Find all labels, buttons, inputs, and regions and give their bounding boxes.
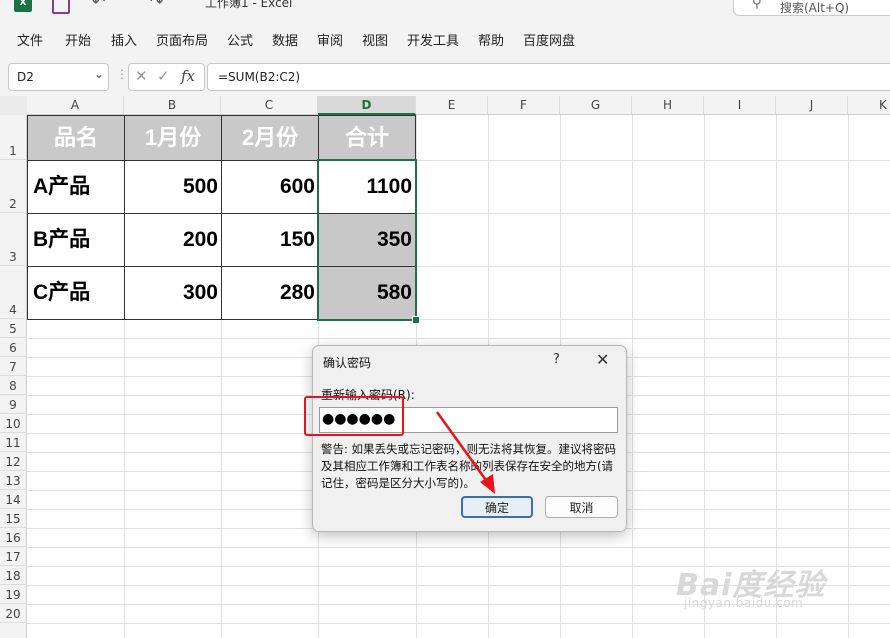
col-header-b[interactable]: B xyxy=(124,96,221,115)
row-header-6[interactable]: 6 xyxy=(0,338,27,357)
row-header-1[interactable]: 1 xyxy=(0,115,27,160)
title-bar: X ↶ ↷ 工作簿1 - Excel ⚲ 搜索(Alt+Q) xyxy=(0,0,890,18)
row-header-3[interactable]: 3 xyxy=(0,213,27,266)
search-placeholder: 搜索(Alt+Q) xyxy=(780,1,850,15)
table-cell[interactable]: 280 xyxy=(221,266,319,320)
row-header-20[interactable]: 20 xyxy=(0,604,27,623)
row-header-19[interactable]: 19 xyxy=(0,585,27,604)
dialog-title: 确认密码 xyxy=(323,356,372,370)
tab-file[interactable]: 文件 xyxy=(17,30,43,49)
name-box[interactable]: D2 ⌄ xyxy=(8,63,109,91)
table-header-cell[interactable]: 1月份 xyxy=(124,115,222,161)
gridline xyxy=(27,547,890,548)
ok-button[interactable]: 确定 xyxy=(461,496,533,518)
col-header-f[interactable]: F xyxy=(488,96,560,115)
excel-logo-icon: X xyxy=(14,0,32,12)
chevron-down-icon[interactable]: ⌄ xyxy=(94,67,104,81)
tab-baidu-netdisk[interactable]: 百度网盘 xyxy=(523,30,575,49)
row-header-9[interactable]: 9 xyxy=(0,395,27,414)
row-header-7[interactable]: 7 xyxy=(0,357,27,376)
row-header-14[interactable]: 14 xyxy=(0,490,27,509)
name-box-value: D2 xyxy=(17,70,34,84)
col-header-k[interactable]: K xyxy=(848,96,890,115)
col-header-e[interactable]: E xyxy=(416,96,488,115)
row-header-10[interactable]: 10 xyxy=(0,414,27,433)
formula-buttons: ✕ ✓ fx xyxy=(128,63,205,91)
tab-home[interactable]: 开始 xyxy=(65,30,91,49)
cancel-button[interactable]: 取消 xyxy=(545,496,618,518)
tab-view[interactable]: 视图 xyxy=(362,30,388,49)
formula-bar: D2 ⌄ ⋮ ✕ ✓ fx =SUM(B2:C2) xyxy=(0,58,890,96)
table-cell[interactable]: 580 xyxy=(318,266,416,320)
tab-help[interactable]: 帮助 xyxy=(478,30,504,49)
window-title: 工作簿1 - Excel xyxy=(205,0,293,10)
gridline xyxy=(27,338,890,339)
more-icon: ⋮ xyxy=(116,67,128,81)
formula-input[interactable]: =SUM(B2:C2) xyxy=(207,63,890,91)
row-header-5[interactable]: 5 xyxy=(0,319,27,338)
save-icon[interactable] xyxy=(52,0,70,14)
function-icon[interactable]: fx xyxy=(181,67,195,85)
table-cell[interactable]: C产品 xyxy=(27,266,125,320)
row-header-11[interactable]: 11 xyxy=(0,433,27,452)
table-cell[interactable]: 200 xyxy=(124,213,222,267)
cancel-icon[interactable]: ✕ xyxy=(135,67,148,85)
row-header-2[interactable]: 2 xyxy=(0,160,27,213)
help-button[interactable]: ? xyxy=(553,352,560,367)
table-cell[interactable]: B产品 xyxy=(27,213,125,267)
row-header-16[interactable]: 16 xyxy=(0,528,27,547)
table-header-cell[interactable]: 2月份 xyxy=(221,115,319,161)
col-header-j[interactable]: J xyxy=(776,96,848,115)
tab-insert[interactable]: 插入 xyxy=(111,30,137,49)
table-cell-active[interactable]: 1100 xyxy=(318,160,416,214)
col-header-h[interactable]: H xyxy=(632,96,704,115)
search-icon: ⚲ xyxy=(752,0,762,11)
col-header-i[interactable]: I xyxy=(704,96,776,115)
table-cell[interactable]: 600 xyxy=(221,160,319,214)
table-cell[interactable]: A产品 xyxy=(27,160,125,214)
table-cell[interactable]: 350 xyxy=(318,213,416,267)
close-button[interactable]: ✕ xyxy=(596,350,609,369)
tab-developer[interactable]: 开发工具 xyxy=(407,30,459,49)
confirm-password-dialog: 确认密码 ? ✕ 重新输入密码(R): ●●●●●● 警告: 如果丢失或忘记密码… xyxy=(312,345,627,532)
ribbon-tabs: 文件 开始 插入 页面布局 公式 数据 审阅 视图 开发工具 帮助 百度网盘 xyxy=(0,18,890,58)
tab-data[interactable]: 数据 xyxy=(272,30,298,49)
col-header-d[interactable]: D xyxy=(318,96,416,115)
tab-formulas[interactable]: 公式 xyxy=(227,30,253,49)
row-header-12[interactable]: 12 xyxy=(0,452,27,471)
check-icon[interactable]: ✓ xyxy=(157,67,170,85)
tab-review[interactable]: 审阅 xyxy=(317,30,343,49)
baidu-jingyan-watermark: Bai度经验 jingyan.baidu.com xyxy=(676,560,825,610)
redo-icon[interactable]: ↷ xyxy=(150,0,163,11)
col-header-c[interactable]: C xyxy=(221,96,318,115)
annotation-highlight-box xyxy=(304,396,404,436)
select-all-corner[interactable] xyxy=(0,96,28,116)
table-header-cell[interactable]: 品名 xyxy=(27,115,125,161)
watermark-sub: jingyan.baidu.com xyxy=(684,596,804,610)
search-box[interactable]: ⚲ 搜索(Alt+Q) xyxy=(733,0,890,16)
table-cell[interactable]: 150 xyxy=(221,213,319,267)
row-header-15[interactable]: 15 xyxy=(0,509,27,528)
row-header-4[interactable]: 4 xyxy=(0,266,27,319)
row-header-18[interactable]: 18 xyxy=(0,566,27,585)
formula-text: =SUM(B2:C2) xyxy=(218,70,301,84)
col-header-g[interactable]: G xyxy=(560,96,632,115)
warning-text: 警告: 如果丢失或忘记密码，则无法将其恢复。建议将密码及其相应工作簿和工作表名称… xyxy=(321,442,617,490)
row-header-21[interactable] xyxy=(0,623,27,638)
row-header-13[interactable]: 13 xyxy=(0,471,27,490)
gridline xyxy=(27,623,890,624)
undo-icon[interactable]: ↶ xyxy=(92,0,105,11)
col-header-a[interactable]: A xyxy=(27,96,124,115)
table-header-cell[interactable]: 合计 xyxy=(318,115,416,161)
tab-page-layout[interactable]: 页面布局 xyxy=(156,30,208,49)
fill-handle[interactable] xyxy=(412,316,420,324)
table-cell[interactable]: 300 xyxy=(124,266,222,320)
table-cell[interactable]: 500 xyxy=(124,160,222,214)
row-header-8[interactable]: 8 xyxy=(0,376,27,395)
row-header-17[interactable]: 17 xyxy=(0,547,27,566)
